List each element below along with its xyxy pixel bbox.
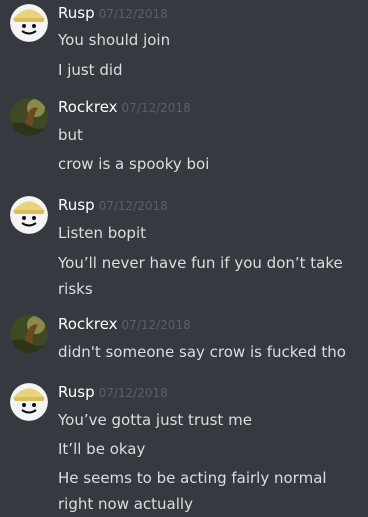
rusp-avatar[interactable] bbox=[10, 4, 48, 42]
rockrex-avatar[interactable] bbox=[10, 315, 48, 353]
username[interactable]: Rockrex bbox=[58, 315, 118, 333]
message-header: Rockrex 07/12/2018 bbox=[58, 314, 191, 333]
message-text: It’ll be okay bbox=[58, 440, 146, 458]
message-header: Rusp 07/12/2018 bbox=[58, 3, 168, 22]
message-text: but bbox=[58, 126, 83, 144]
timestamp: 07/12/2018 bbox=[98, 199, 168, 213]
timestamp: 07/12/2018 bbox=[98, 7, 168, 21]
timestamp: 07/12/2018 bbox=[121, 101, 191, 115]
message-header: Rusp 07/12/2018 bbox=[58, 195, 168, 214]
timestamp: 07/12/2018 bbox=[98, 386, 168, 400]
message-text: didn't someone say crow is fucked tho bbox=[58, 343, 346, 361]
rusp-avatar[interactable] bbox=[10, 196, 48, 234]
message-text: I just did bbox=[58, 61, 123, 79]
message-text: crow is a spooky boi bbox=[58, 155, 210, 173]
rusp-avatar-icon bbox=[10, 383, 48, 421]
username[interactable]: Rusp bbox=[58, 196, 95, 214]
message-text: You’ll never have fun if you don’t take … bbox=[58, 254, 348, 298]
message-header: Rusp 07/12/2018 bbox=[58, 382, 168, 401]
message-text: Listen bopit bbox=[58, 224, 146, 242]
rockrex-avatar-icon bbox=[10, 315, 48, 353]
username[interactable]: Rusp bbox=[58, 4, 95, 22]
message-text: You’ve gotta just trust me bbox=[58, 411, 252, 429]
username[interactable]: Rusp bbox=[58, 383, 95, 401]
timestamp: 07/12/2018 bbox=[121, 318, 191, 332]
rockrex-avatar-icon bbox=[10, 98, 48, 136]
message-text: He seems to be acting fairly normal righ… bbox=[58, 469, 332, 513]
message-header: Rockrex 07/12/2018 bbox=[58, 97, 191, 116]
message-text: You should join bbox=[58, 31, 171, 49]
rockrex-avatar[interactable] bbox=[10, 98, 48, 136]
username[interactable]: Rockrex bbox=[58, 98, 118, 116]
rusp-avatar-icon bbox=[10, 196, 48, 234]
rusp-avatar[interactable] bbox=[10, 383, 48, 421]
rusp-avatar-icon bbox=[10, 4, 48, 42]
